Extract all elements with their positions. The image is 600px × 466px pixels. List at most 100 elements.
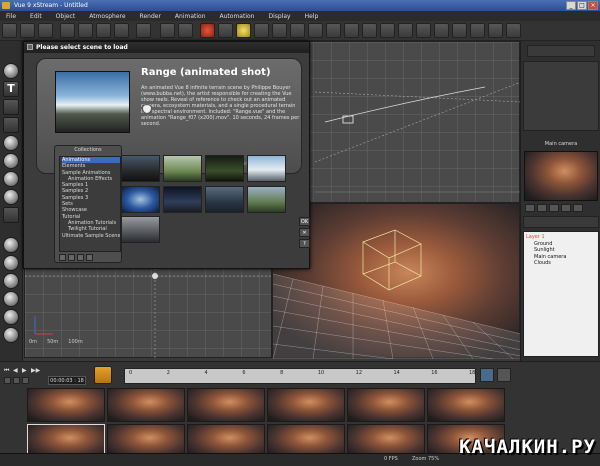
- settings-icon[interactable]: [3, 327, 19, 343]
- paste-icon[interactable]: [96, 23, 111, 38]
- redo-icon[interactable]: [178, 23, 193, 38]
- ok-button[interactable]: OK: [299, 217, 310, 226]
- zoom-out-icon[interactable]: [416, 23, 431, 38]
- film-frame[interactable]: [427, 388, 505, 422]
- render-area-icon[interactable]: [218, 23, 233, 38]
- key-icon[interactable]: [22, 377, 29, 384]
- torus-icon[interactable]: [3, 273, 19, 289]
- undo-icon[interactable]: [160, 23, 175, 38]
- scene-thumb[interactable]: [121, 155, 160, 182]
- film-frame[interactable]: [27, 388, 105, 422]
- save-icon[interactable]: [38, 23, 53, 38]
- light-icon[interactable]: [3, 207, 19, 223]
- menu-automation[interactable]: Automation: [220, 13, 255, 20]
- open-icon[interactable]: [20, 23, 35, 38]
- rock-icon[interactable]: [3, 189, 19, 205]
- next-frame-icon[interactable]: ▶▶: [31, 367, 40, 374]
- scene-thumb[interactable]: [247, 185, 286, 213]
- layout-icon[interactable]: [506, 23, 521, 38]
- menu-render[interactable]: Render: [140, 13, 161, 20]
- maximize-button[interactable]: □: [577, 1, 587, 10]
- scene-thumb[interactable]: [121, 185, 160, 213]
- water-icon[interactable]: [3, 135, 19, 151]
- menu-object[interactable]: Object: [56, 13, 76, 20]
- film-frame[interactable]: [107, 388, 185, 422]
- collection-item[interactable]: Ultimate Sample Scenes: [62, 233, 120, 239]
- add-collection-icon[interactable]: [59, 254, 66, 261]
- cylinder-icon[interactable]: [3, 255, 19, 271]
- terrain-icon[interactable]: [3, 99, 19, 115]
- menu-help[interactable]: Help: [305, 13, 319, 20]
- close-button[interactable]: ×: [588, 1, 598, 10]
- copy-icon[interactable]: [78, 23, 93, 38]
- cone-icon[interactable]: [3, 291, 19, 307]
- new-scene-icon[interactable]: [2, 23, 17, 38]
- help-button[interactable]: ?: [299, 239, 310, 248]
- time-ruler[interactable]: 0 2 4 6 8 10 12 14 16 18: [124, 368, 476, 384]
- scene-thumb[interactable]: [163, 155, 202, 182]
- preview-btn-icon[interactable]: [549, 204, 559, 212]
- scene-thumb[interactable]: [247, 155, 286, 182]
- menu-file[interactable]: File: [6, 13, 16, 20]
- link-icon[interactable]: [326, 23, 341, 38]
- rename-collection-icon[interactable]: [77, 254, 84, 261]
- preview-btn-icon[interactable]: [537, 204, 547, 212]
- prev-frame-icon[interactable]: ◀: [13, 367, 20, 374]
- world-browser-item[interactable]: Clouds: [526, 260, 596, 267]
- film-icon[interactable]: [480, 368, 494, 382]
- preview-btn-icon[interactable]: [573, 204, 583, 212]
- scene-thumb[interactable]: [163, 185, 202, 213]
- scene-thumb[interactable]: [205, 185, 244, 213]
- world-browser-tabs[interactable]: [523, 216, 599, 228]
- animation-wizard-icon[interactable]: [94, 366, 112, 384]
- zoom-in-icon[interactable]: [398, 23, 413, 38]
- zoom-icon[interactable]: [380, 23, 395, 38]
- sun-icon[interactable]: [236, 23, 251, 38]
- film-frame[interactable]: [267, 388, 345, 422]
- remove-collection-icon[interactable]: [68, 254, 75, 261]
- play-icon[interactable]: ▶: [22, 367, 29, 374]
- cancel-button[interactable]: ✕: [299, 228, 310, 237]
- sphere-icon[interactable]: [3, 63, 19, 79]
- preview-btn-icon[interactable]: [561, 204, 571, 212]
- camera-icon[interactable]: [362, 23, 377, 38]
- cut-icon[interactable]: [60, 23, 75, 38]
- minimize-button[interactable]: _: [566, 1, 576, 10]
- go-start-icon[interactable]: ⏮: [4, 367, 11, 374]
- terrain-tool-icon[interactable]: [308, 23, 323, 38]
- loop-icon[interactable]: [4, 377, 11, 384]
- preview-btn-icon[interactable]: [525, 204, 535, 212]
- view-options-icon[interactable]: [488, 23, 503, 38]
- globe-icon[interactable]: [3, 309, 19, 325]
- current-time-field[interactable]: 00:00:03 : 18: [48, 376, 86, 385]
- film-frame[interactable]: [187, 388, 265, 422]
- text-icon[interactable]: T: [3, 81, 19, 97]
- cloud-icon[interactable]: [3, 171, 19, 187]
- sphere-primitive-icon[interactable]: [3, 237, 19, 253]
- record-icon[interactable]: [13, 377, 20, 384]
- world-browser[interactable]: Layer 1 Ground Sunlight Main camera Clouds: [523, 231, 599, 357]
- mountain-icon[interactable]: [3, 117, 19, 133]
- camera-preview[interactable]: [524, 151, 598, 201]
- render-icon[interactable]: [200, 23, 215, 38]
- scene-thumb[interactable]: [121, 216, 160, 244]
- delete-icon[interactable]: [136, 23, 151, 38]
- material-icon[interactable]: [272, 23, 287, 38]
- menu-atmosphere[interactable]: Atmosphere: [89, 13, 125, 20]
- menu-animation[interactable]: Animation: [175, 13, 206, 20]
- collections-tree[interactable]: Animations Elements Sample Animations Anima…: [59, 156, 121, 252]
- menu-display[interactable]: Display: [268, 13, 290, 20]
- film-frame[interactable]: [347, 388, 425, 422]
- ecosystem-icon[interactable]: [290, 23, 305, 38]
- group-icon[interactable]: [344, 23, 359, 38]
- scene-thumb[interactable]: [205, 155, 244, 182]
- refresh-collection-icon[interactable]: [86, 254, 93, 261]
- atmosphere-icon[interactable]: [254, 23, 269, 38]
- pan-icon[interactable]: [434, 23, 449, 38]
- duplicate-icon[interactable]: [114, 23, 129, 38]
- plant-icon[interactable]: [3, 153, 19, 169]
- grid-icon[interactable]: [470, 23, 485, 38]
- properties-icon[interactable]: [497, 368, 511, 382]
- menu-edit[interactable]: Edit: [30, 13, 42, 20]
- fit-view-icon[interactable]: [452, 23, 467, 38]
